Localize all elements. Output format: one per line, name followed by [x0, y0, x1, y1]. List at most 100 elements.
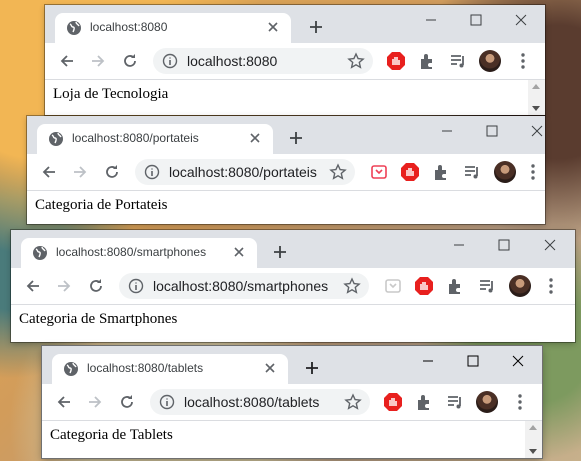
- browser-window-4: localhost:8080/tablets localhost:8080/ta…: [42, 346, 542, 458]
- minimize-icon[interactable]: [418, 351, 438, 371]
- close-icon[interactable]: [262, 360, 278, 376]
- media-icon[interactable]: [448, 51, 468, 71]
- extensions-icon[interactable]: [445, 276, 465, 296]
- plus-icon[interactable]: [306, 17, 326, 37]
- scroll-down-icon[interactable]: [532, 106, 540, 111]
- tab-4[interactable]: localhost:8080/tablets: [52, 354, 288, 384]
- close-icon[interactable]: [511, 10, 531, 30]
- scrollbar[interactable]: [525, 421, 542, 458]
- media-icon[interactable]: [477, 276, 497, 296]
- browser-window-1: localhost:8080 localhost:8080 Loja de Te…: [45, 5, 545, 115]
- star-icon[interactable]: [347, 52, 365, 70]
- close-icon[interactable]: [231, 244, 247, 260]
- plus-icon[interactable]: [270, 242, 290, 262]
- info-icon[interactable]: [144, 164, 160, 180]
- reload-icon[interactable]: [86, 276, 106, 296]
- address-bar[interactable]: localhost:8080/smartphones: [119, 273, 369, 299]
- tab-title: localhost:8080: [90, 20, 168, 34]
- back-icon[interactable]: [23, 276, 43, 296]
- browser-window-3: localhost:8080/smartphones localhost:808…: [11, 230, 575, 342]
- menu-icon[interactable]: [541, 276, 561, 296]
- scroll-up-icon[interactable]: [532, 84, 540, 89]
- menu-icon[interactable]: [510, 392, 530, 412]
- back-icon[interactable]: [54, 392, 74, 412]
- minimize-icon[interactable]: [449, 235, 469, 255]
- close-icon[interactable]: [527, 121, 545, 141]
- reload-icon[interactable]: [120, 51, 140, 71]
- tab-strip: localhost:8080: [45, 5, 545, 43]
- avatar[interactable]: [509, 275, 531, 297]
- minimize-icon[interactable]: [437, 121, 457, 141]
- star-icon[interactable]: [329, 163, 347, 181]
- toolbar: localhost:8080: [45, 43, 545, 80]
- back-icon[interactable]: [57, 51, 77, 71]
- tab-2[interactable]: localhost:8080/portateis: [37, 124, 273, 154]
- maximize-icon[interactable]: [494, 235, 514, 255]
- star-icon[interactable]: [344, 393, 362, 411]
- forward-icon[interactable]: [88, 51, 108, 71]
- extensions-icon[interactable]: [417, 51, 437, 71]
- star-icon[interactable]: [343, 277, 361, 295]
- scroll-down-icon[interactable]: [529, 449, 537, 454]
- globe-icon: [49, 132, 63, 146]
- adblock-icon[interactable]: [386, 51, 406, 71]
- extensions-icon[interactable]: [431, 162, 451, 182]
- tab-strip: localhost:8080/smartphones: [11, 230, 575, 268]
- scrollbar[interactable]: [528, 80, 545, 115]
- page-text: Loja de Tecnologia: [53, 86, 169, 102]
- toolbar: localhost:8080/tablets: [42, 384, 542, 421]
- pocket-icon[interactable]: [369, 162, 389, 182]
- address-text: localhost:8080: [187, 53, 278, 69]
- close-icon[interactable]: [265, 19, 281, 35]
- plus-icon[interactable]: [302, 358, 322, 378]
- globe-icon: [64, 362, 78, 376]
- address-bar[interactable]: localhost:8080: [153, 48, 373, 74]
- adblock-icon[interactable]: [414, 276, 434, 296]
- maximize-icon[interactable]: [463, 351, 483, 371]
- reload-icon[interactable]: [117, 392, 137, 412]
- info-icon[interactable]: [162, 53, 178, 69]
- tab-strip: localhost:8080/portateis: [27, 116, 545, 154]
- page-content: Categoria de Smartphones: [11, 305, 575, 342]
- avatar[interactable]: [479, 50, 501, 72]
- address-bar[interactable]: localhost:8080/portateis: [135, 159, 355, 185]
- adblock-icon[interactable]: [383, 392, 403, 412]
- menu-icon[interactable]: [523, 162, 543, 182]
- tab-3[interactable]: localhost:8080/smartphones: [21, 238, 257, 268]
- reload-icon[interactable]: [102, 162, 122, 182]
- page-content: Categoria de Tablets: [42, 421, 542, 458]
- info-icon[interactable]: [128, 278, 144, 294]
- globe-icon: [67, 21, 81, 35]
- globe-icon: [33, 246, 47, 260]
- forward-icon[interactable]: [70, 162, 90, 182]
- close-icon[interactable]: [508, 351, 528, 371]
- browser-window-2: localhost:8080/portateis localhost:8080/…: [27, 116, 545, 224]
- maximize-icon[interactable]: [482, 121, 502, 141]
- tab-title: localhost:8080/smartphones: [56, 245, 207, 259]
- info-icon[interactable]: [159, 394, 175, 410]
- media-icon[interactable]: [445, 392, 465, 412]
- address-text: localhost:8080/portateis: [169, 164, 317, 180]
- extensions-icon[interactable]: [414, 392, 434, 412]
- address-text: localhost:8080/smartphones: [153, 278, 329, 294]
- scroll-up-icon[interactable]: [529, 425, 537, 430]
- address-bar[interactable]: localhost:8080/tablets: [150, 389, 370, 415]
- plus-icon[interactable]: [286, 128, 306, 148]
- adblock-icon[interactable]: [400, 162, 420, 182]
- avatar[interactable]: [476, 391, 498, 413]
- address-text: localhost:8080/tablets: [184, 394, 320, 410]
- back-icon[interactable]: [39, 162, 59, 182]
- maximize-icon[interactable]: [466, 10, 486, 30]
- close-icon[interactable]: [540, 235, 560, 255]
- close-icon[interactable]: [247, 130, 263, 146]
- forward-icon[interactable]: [54, 276, 74, 296]
- page-text: Categoria de Portateis: [35, 197, 168, 213]
- avatar[interactable]: [494, 161, 516, 183]
- tab-1[interactable]: localhost:8080: [55, 13, 291, 43]
- forward-icon[interactable]: [85, 392, 105, 412]
- menu-icon[interactable]: [513, 51, 533, 71]
- pocket-icon[interactable]: [383, 276, 403, 296]
- page-content: Categoria de Portateis: [27, 191, 545, 224]
- media-icon[interactable]: [462, 162, 482, 182]
- minimize-icon[interactable]: [421, 10, 441, 30]
